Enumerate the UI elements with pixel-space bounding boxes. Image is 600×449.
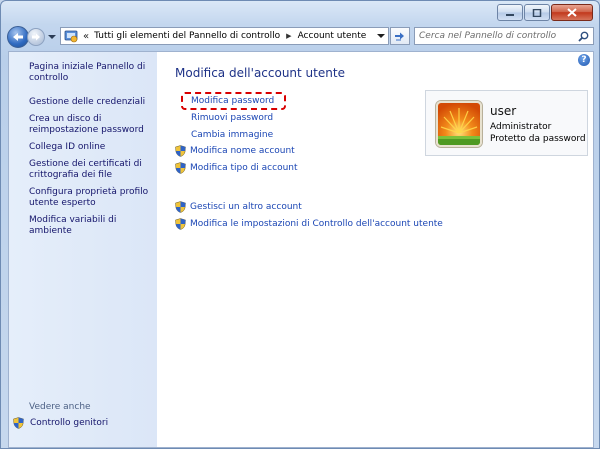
task-manage-another-account[interactable]: Gestisci un altro account <box>175 201 302 213</box>
breadcrumb-user-accounts[interactable]: Account utente <box>298 31 367 41</box>
recent-pages-button[interactable] <box>47 33 56 42</box>
flower-avatar-icon <box>438 103 480 145</box>
control-panel-icon <box>64 30 78 43</box>
task-label: Gestisci un altro account <box>190 201 302 212</box>
search-icon[interactable] <box>578 31 589 42</box>
refresh-button[interactable] <box>390 27 410 45</box>
refresh-icon <box>395 32 404 40</box>
user-name: user <box>490 104 517 118</box>
address-bar[interactable]: « Tutti gli elementi del Pannello di con… <box>60 27 389 45</box>
user-avatar <box>436 101 482 147</box>
task-label: Modifica nome account <box>190 145 295 156</box>
forward-button[interactable] <box>27 28 45 46</box>
maximize-icon <box>532 8 542 17</box>
minimize-button[interactable] <box>497 4 523 21</box>
search-box[interactable] <box>414 27 594 45</box>
task-label: Modifica le impostazioni di Controllo de… <box>190 218 443 229</box>
close-icon <box>567 8 577 17</box>
back-button[interactable] <box>7 26 29 48</box>
control-panel-window: « Tutti gli elementi del Pannello di con… <box>0 0 600 449</box>
task-label: Modifica tipo di account <box>190 162 298 173</box>
uac-shield-icon <box>175 145 186 157</box>
address-overflow[interactable]: « <box>83 31 89 42</box>
user-account-card: user Administrator Protetto da password <box>425 90 588 156</box>
task-remove-password[interactable]: Rimuovi password <box>191 113 273 124</box>
sidebar-link-credential-manager[interactable]: Gestione delle credenziali <box>29 97 149 108</box>
window-controls <box>497 4 593 21</box>
content-area: Pagina iniziale Pannello di controllo Ge… <box>8 51 594 448</box>
parental-controls-label: Controllo genitori <box>30 418 109 428</box>
chevron-down-icon <box>47 35 56 39</box>
breadcrumb-control-panel[interactable]: Tutti gli elementi del Pannello di contr… <box>94 31 280 41</box>
address-dropdown-icon[interactable] <box>377 33 385 39</box>
help-icon[interactable]: ? <box>578 54 590 66</box>
task-change-account-name[interactable]: Modifica nome account <box>175 145 295 157</box>
close-button[interactable] <box>551 4 593 21</box>
minimize-icon <box>506 13 514 16</box>
sidebar: Pagina iniziale Pannello di controllo Ge… <box>9 52 157 447</box>
task-change-password[interactable]: Modifica password <box>191 96 274 107</box>
see-also-heading: Vedere anche <box>29 402 91 412</box>
sidebar-link-file-encryption-certificates[interactable]: Gestione dei certificati di crittografia… <box>29 159 149 181</box>
sidebar-link-online-id[interactable]: Collega ID online <box>29 142 149 153</box>
maximize-button[interactable] <box>524 4 550 21</box>
user-role: Administrator <box>490 122 552 132</box>
uac-shield-icon <box>175 162 186 174</box>
task-change-account-type[interactable]: Modifica tipo di account <box>175 162 298 174</box>
sidebar-link-password-reset-disk[interactable]: Crea un disco di reimpostazione password <box>29 114 149 136</box>
search-input[interactable] <box>419 31 579 41</box>
sidebar-link-environment-variables[interactable]: Modifica variabili di ambiente <box>29 215 149 237</box>
breadcrumb-arrow-icon[interactable]: ▶ <box>286 32 291 40</box>
navigation-buttons <box>7 26 56 48</box>
uac-shield-icon <box>175 201 186 213</box>
task-change-picture[interactable]: Cambia immagine <box>191 130 273 141</box>
task-uac-settings[interactable]: Modifica le impostazioni di Controllo de… <box>175 218 443 230</box>
sidebar-link-parental-controls[interactable]: Controllo genitori <box>13 417 108 429</box>
page-title: Modifica dell'account utente <box>175 66 345 80</box>
back-arrow-icon <box>13 33 23 41</box>
uac-shield-icon <box>175 218 186 230</box>
sidebar-link-control-panel-home[interactable]: Pagina iniziale Pannello di controllo <box>29 62 149 84</box>
sidebar-link-advanced-user-profile[interactable]: Configura proprietà profilo utente esper… <box>29 187 149 209</box>
user-password-status: Protetto da password <box>490 134 586 144</box>
uac-shield-icon <box>13 417 24 429</box>
forward-arrow-icon <box>32 33 40 41</box>
